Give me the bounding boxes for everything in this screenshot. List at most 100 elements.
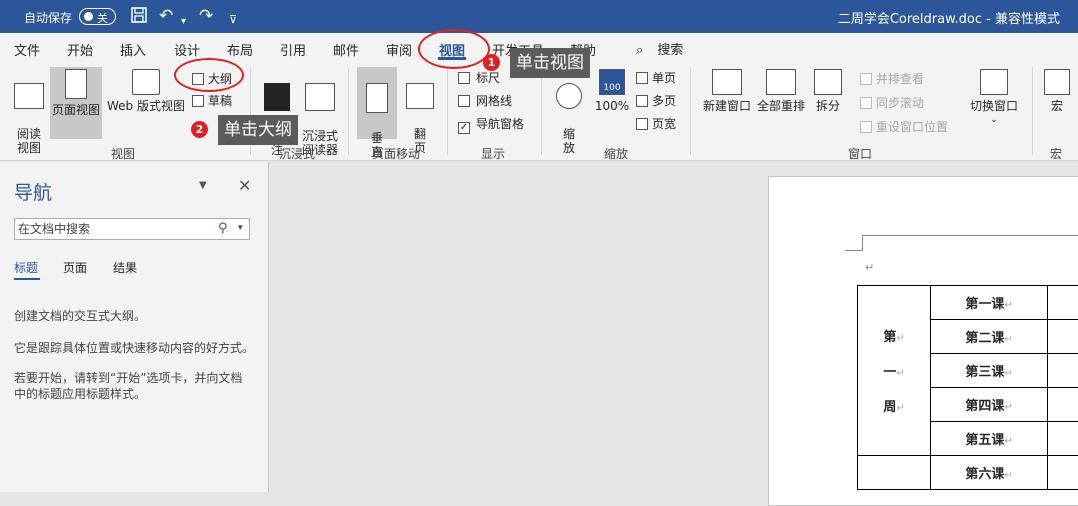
table-cell[interactable] <box>1047 422 1078 456</box>
undo-dropdown-icon[interactable]: ▾ <box>181 12 186 32</box>
new-window-icon <box>712 69 742 95</box>
side-by-side-button[interactable]: 并排查看 <box>860 72 924 86</box>
gridlines-checkbox-box <box>458 95 470 107</box>
lesson-cell[interactable]: 第二课↵ <box>931 320 1048 354</box>
nav-tab-results[interactable]: 结果 <box>113 259 137 276</box>
split-button[interactable]: 拆分 <box>810 69 846 139</box>
zoom-button[interactable]: 缩 放 <box>552 69 586 139</box>
sync-scroll-icon <box>860 97 872 109</box>
close-icon[interactable]: ✕ <box>238 176 251 195</box>
paragraph-mark: ↵ <box>896 368 904 379</box>
tab-insert[interactable]: 插入 <box>120 40 146 59</box>
tab-home[interactable]: 开始 <box>67 40 93 59</box>
print-layout-button[interactable]: 页面视图 <box>50 67 102 139</box>
new-window-button[interactable]: 新建窗口 <box>700 69 754 139</box>
nav-options-icon[interactable]: ▼ <box>199 180 207 191</box>
lesson-label: 第二课 <box>965 331 1004 346</box>
undo-icon[interactable]: ↶ <box>159 6 173 26</box>
split-label: 拆分 <box>816 99 840 113</box>
navigation-pane: 导航 ▼ ✕ ⚲ ▾ 标题 页面 结果 创建文档的交互式大纲。 它是跟踪具体位置… <box>0 162 269 492</box>
tell-me-search[interactable]: ⌕ 搜索 <box>636 39 683 58</box>
week-cell[interactable]: 第↵ 一↵ 周↵ <box>858 286 931 456</box>
draft-label: 草稿 <box>208 94 232 108</box>
reset-position-icon <box>860 121 872 133</box>
autosave-toggle[interactable]: 关 <box>79 8 116 25</box>
lesson-cell[interactable]: 第四课↵ <box>931 388 1048 422</box>
active-nav-tab-indicator <box>14 278 40 280</box>
macros-label: 宏 <box>1051 99 1063 113</box>
checkmark-icon: ✓ <box>458 122 470 134</box>
redo-icon[interactable]: ↷ <box>199 6 213 26</box>
arrange-all-button[interactable]: 全部重排 <box>754 69 808 139</box>
step1-callout: 单击视图 <box>510 48 590 78</box>
tab-layout[interactable]: 布局 <box>227 40 253 59</box>
side-to-side-button[interactable]: 翻 页 <box>402 69 438 139</box>
read-mode-button[interactable]: 阅读 视图 <box>10 69 48 139</box>
nav-tab-headings[interactable]: 标题 <box>14 259 38 276</box>
lesson-cell[interactable]: 第三课↵ <box>931 354 1048 388</box>
web-layout-label: Web 版式视图 <box>107 99 185 113</box>
paragraph-mark: ↵ <box>1004 368 1012 379</box>
save-icon[interactable] <box>130 6 148 29</box>
week-cell[interactable] <box>858 456 931 490</box>
print-layout-icon <box>65 69 87 99</box>
draft-button[interactable]: 草稿 <box>192 94 232 108</box>
immersive-group-label: 沉浸式 <box>279 145 315 162</box>
arrange-all-label: 全部重排 <box>757 99 805 113</box>
tab-mailings[interactable]: 邮件 <box>333 40 359 59</box>
document-page[interactable]: ↵ 第↵ 一↵ 周↵ 第一课↵ 第二课↵ 第三课↵ 第四课↵ <box>768 176 1078 506</box>
nav-search-input[interactable] <box>15 219 205 239</box>
document-area[interactable]: ↵ 第↵ 一↵ 周↵ 第一课↵ 第二课↵ 第三课↵ 第四课↵ <box>270 162 1078 492</box>
one-page-button[interactable]: 单页 <box>636 71 676 85</box>
customize-qat-icon[interactable]: ⊽ <box>229 10 237 30</box>
step2-callout: 单击大纲 <box>218 115 298 145</box>
week-char: 周 <box>883 400 896 415</box>
paragraph-mark: ↵ <box>1004 300 1012 311</box>
page-width-button[interactable]: 页宽 <box>636 117 676 131</box>
lesson-label: 第三课 <box>965 365 1004 380</box>
reset-position-button[interactable]: 重设窗口位置 <box>860 120 948 134</box>
tab-design[interactable]: 设计 <box>174 40 200 59</box>
tab-review[interactable]: 审阅 <box>386 40 412 59</box>
zoom-100-button[interactable]: 100 100% <box>592 69 632 139</box>
zoom-100-icon: 100 <box>599 69 625 95</box>
chevron-down-icon[interactable]: ▾ <box>238 223 243 233</box>
step2-badge: 2 <box>191 121 208 138</box>
show-group-label: 显示 <box>481 145 505 162</box>
gridlines-label: 网格线 <box>476 94 512 108</box>
nav-tab-pages[interactable]: 页面 <box>63 259 87 276</box>
read-mode-label: 阅读 视图 <box>17 127 41 155</box>
schedule-table[interactable]: 第↵ 一↵ 周↵ 第一课↵ 第二课↵ 第三课↵ 第四课↵ 第五课↵ <box>857 285 1078 490</box>
nav-pane-checkbox[interactable]: ✓导航窗格 <box>458 117 524 134</box>
lesson-cell[interactable]: 第一课↵ <box>931 286 1048 320</box>
draft-icon <box>192 95 204 107</box>
week-char: 第 <box>883 330 896 345</box>
table-cell[interactable] <box>1047 354 1078 388</box>
gridlines-checkbox[interactable]: 网格线 <box>458 94 512 108</box>
page-movement-group-label: 页面移动 <box>372 145 420 162</box>
split-icon <box>814 69 842 95</box>
immersive-reader-icon <box>305 83 335 111</box>
multiple-pages-button[interactable]: 多页 <box>636 94 676 108</box>
search-icon[interactable]: ⚲ <box>218 221 228 236</box>
tab-file[interactable]: 文件 <box>14 40 40 59</box>
table-cell[interactable] <box>1047 286 1078 320</box>
search-icon: ⌕ <box>636 43 643 58</box>
one-page-label: 单页 <box>652 71 676 85</box>
lesson-cell[interactable]: 第五课↵ <box>931 422 1048 456</box>
tab-references[interactable]: 引用 <box>280 40 306 59</box>
switch-windows-button[interactable]: 切换窗口 ⌄ <box>966 69 1022 139</box>
table-cell[interactable] <box>1047 388 1078 422</box>
macros-group-label: 宏 <box>1050 145 1062 162</box>
table-cell[interactable] <box>1047 456 1078 490</box>
immersive-reader-button[interactable]: 沉浸式 阅读器 <box>298 69 342 139</box>
vertical-button[interactable]: 垂 直 <box>357 67 397 139</box>
sync-scroll-button[interactable]: 同步滚动 <box>860 96 924 110</box>
table-cell[interactable] <box>1047 320 1078 354</box>
ruler-checkbox[interactable]: 标尺 <box>458 71 500 85</box>
reset-position-label: 重设窗口位置 <box>876 120 948 134</box>
print-layout-label: 页面视图 <box>52 103 100 117</box>
read-mode-icon <box>14 83 44 109</box>
lesson-cell[interactable]: 第六课↵ <box>931 456 1048 490</box>
macros-button[interactable]: 宏 <box>1040 69 1074 139</box>
